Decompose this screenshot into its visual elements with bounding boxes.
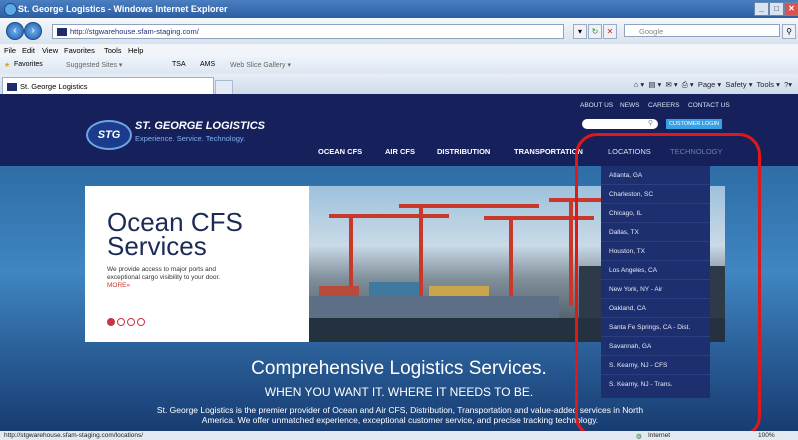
status-zone: Internet <box>648 432 671 439</box>
slide-dot-4[interactable] <box>137 318 145 326</box>
search-button[interactable]: ⚲ <box>782 24 796 39</box>
address-row: ‹ › http://stgwarehouse.sfam-staging.com… <box>0 18 798 44</box>
close-window-button[interactable]: ✕ <box>784 2 798 16</box>
print-icon[interactable]: ⎙ ▾ <box>682 80 694 89</box>
nav-air-cfs[interactable]: AIR CFS <box>385 147 415 156</box>
slide-dots <box>107 318 147 328</box>
nav-ocean-cfs[interactable]: OCEAN CFS <box>318 147 362 156</box>
favlink-web-slice-gallery[interactable]: Web Slice Gallery ▾ <box>230 61 291 69</box>
slide-text-panel: Ocean CFS Services We provide access to … <box>85 186 309 342</box>
feeds-icon[interactable]: ▤ ▾ <box>648 80 661 89</box>
util-link-about[interactable]: ABOUT US <box>580 102 613 109</box>
window-title: St. George Logistics - Windows Internet … <box>18 4 228 14</box>
address-dropdown-button[interactable]: ▾ <box>573 24 587 39</box>
favorites-button[interactable]: Favorites <box>14 61 43 68</box>
refresh-button[interactable]: ↻ <box>588 24 602 39</box>
favorites-star-icon: ★ <box>4 62 11 69</box>
favlink-tsa[interactable]: TSA <box>172 61 186 68</box>
search-input[interactable]: Google <box>624 24 780 37</box>
site-favicon-icon <box>57 28 67 37</box>
mail-icon[interactable]: ✉ ▾ <box>665 80 677 89</box>
menu-tools[interactable]: Tools <box>104 46 122 55</box>
util-link-careers[interactable]: CAREERS <box>648 102 679 109</box>
nav-distribution[interactable]: DISTRIBUTION <box>437 147 490 156</box>
site-logo[interactable]: STG <box>86 120 132 150</box>
slide-dot-1[interactable] <box>107 318 115 326</box>
tab-favicon-icon <box>7 83 17 92</box>
browser-tab[interactable]: St. George Logistics <box>2 77 214 95</box>
forward-button[interactable]: › <box>24 22 42 40</box>
slide-description: We provide access to major ports and exc… <box>107 266 221 281</box>
menu-help[interactable]: Help <box>128 46 143 55</box>
search-icon: ⚲ <box>647 120 653 127</box>
highlight-annotation <box>575 133 761 438</box>
ie-logo-icon <box>4 3 17 16</box>
slide-more-link[interactable]: MORE» <box>107 282 130 289</box>
minimize-button[interactable]: _ <box>754 2 769 16</box>
stop-button[interactable]: ✕ <box>603 24 617 39</box>
nav-transportation[interactable]: TRANSPORTATION <box>514 147 583 156</box>
tools-menu[interactable]: Tools ▾ <box>757 80 780 89</box>
command-bar: ⌂ ▾ ▤ ▾ ✉ ▾ ⎙ ▾ Page ▾ Safety ▾ Tools ▾ … <box>634 80 792 90</box>
slide-title-line-2: Services <box>107 231 207 261</box>
maximize-button[interactable]: □ <box>769 2 784 16</box>
search-placeholder: Google <box>639 27 664 36</box>
tab-row: St. George Logistics ⌂ ▾ ▤ ▾ ✉ ▾ ⎙ ▾ Pag… <box>0 74 798 96</box>
favlink-suggested-sites[interactable]: Suggested Sites ▾ <box>66 61 122 69</box>
address-bar[interactable]: http://stgwarehouse.sfam-staging.com/ <box>52 24 564 39</box>
site-name: ST. GEORGE LOGISTICS <box>135 120 265 132</box>
address-url: http://stgwarehouse.sfam-staging.com/ <box>70 27 199 36</box>
menu-edit[interactable]: Edit <box>22 46 35 55</box>
menu-favorites[interactable]: Favorites <box>64 46 95 55</box>
slide-dot-2[interactable] <box>117 318 125 326</box>
safety-menu[interactable]: Safety ▾ <box>725 80 752 89</box>
menu-bar: File Edit View Favorites Tools Help <box>0 44 798 57</box>
menu-file[interactable]: File <box>4 46 16 55</box>
customer-login-button[interactable]: CUSTOMER LOGIN <box>666 119 722 129</box>
slide-dot-3[interactable] <box>127 318 135 326</box>
back-button[interactable]: ‹ <box>6 22 24 40</box>
favorites-bar: ★ Favorites Suggested Sites ▾ TSA AMS We… <box>0 57 798 74</box>
util-link-news[interactable]: NEWS <box>620 102 640 109</box>
site-search-input[interactable]: ⚲ <box>582 119 658 129</box>
tab-label: St. George Logistics <box>20 82 88 91</box>
page-menu[interactable]: Page ▾ <box>698 80 721 89</box>
favlink-ams[interactable]: AMS <box>200 61 215 68</box>
globe-icon: ◍ <box>636 433 642 440</box>
zoom-level[interactable]: 100% <box>758 432 775 439</box>
util-link-contact[interactable]: CONTACT US <box>688 102 730 109</box>
status-bar: http://stgwarehouse.sfam-staging.com/loc… <box>0 431 798 440</box>
help-icon[interactable]: ?▾ <box>784 80 792 89</box>
site-tagline: Experience. Service. Technology. <box>135 134 246 143</box>
window-title-bar: St. George Logistics - Windows Internet … <box>0 0 798 18</box>
menu-view[interactable]: View <box>42 46 58 55</box>
home-icon[interactable]: ⌂ ▾ <box>634 80 644 89</box>
status-url: http://stgwarehouse.sfam-staging.com/loc… <box>4 432 144 439</box>
